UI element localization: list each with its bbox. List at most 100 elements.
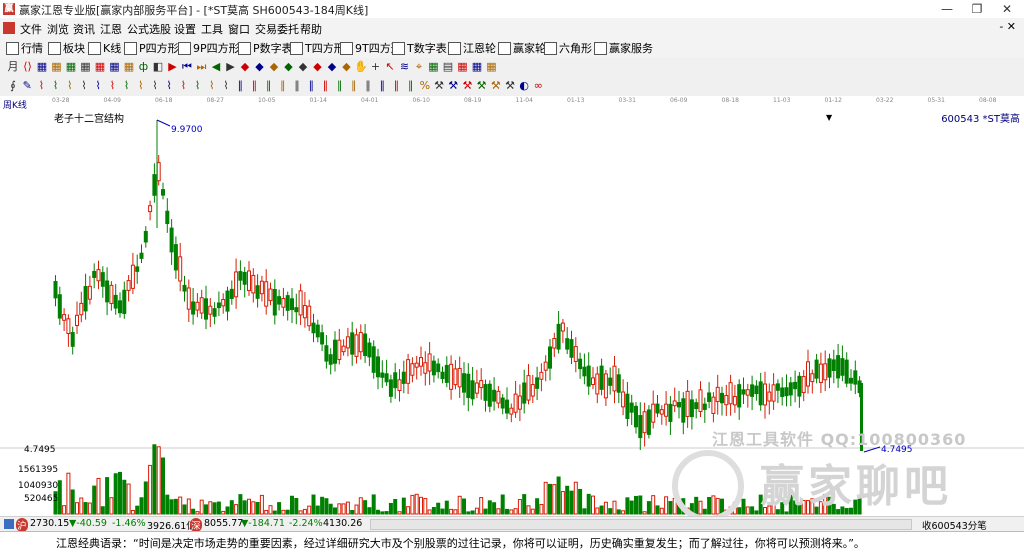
tb3-tool-1-icon[interactable]: ✎	[20, 79, 34, 93]
tb3-tool-17-icon[interactable]: ∥	[247, 79, 261, 93]
tb3-tool-16-icon[interactable]: ∥	[233, 79, 247, 93]
menu-news[interactable]: 资讯	[73, 21, 95, 37]
tb2-tool-19-icon[interactable]: ◆	[282, 60, 296, 74]
tb3-tool-12-icon[interactable]: ⌇	[176, 79, 190, 93]
maximize-button[interactable]: ❐	[962, 0, 992, 18]
tb3-tool-35-icon[interactable]: ⚒	[503, 79, 517, 93]
menu-trade[interactable]: 交易委托	[255, 21, 299, 37]
tb3-tool-8-icon[interactable]: ⌇	[120, 79, 134, 93]
tb3-tool-31-icon[interactable]: ⚒	[446, 79, 460, 93]
tb3-tool-26-icon[interactable]: ∥	[375, 79, 389, 93]
tb3-tool-10-icon[interactable]: ⌇	[148, 79, 162, 93]
tb3-tool-6-icon[interactable]: ⌇	[91, 79, 105, 93]
toolbar-candles-button[interactable]: K线	[88, 41, 121, 55]
tb2-tool-9-icon[interactable]: ф	[137, 60, 151, 74]
toolbar-winner-wheel-button[interactable]: 赢家轮	[498, 41, 546, 55]
tb3-tool-7-icon[interactable]: ⌇	[105, 79, 119, 93]
tb3-tool-32-icon[interactable]: ⚒	[460, 79, 474, 93]
tb2-tool-25-icon[interactable]: +	[369, 60, 383, 74]
tb2-tool-17-icon[interactable]: ◆	[253, 60, 267, 74]
menu-tools[interactable]: 工具	[201, 21, 223, 37]
tb3-tool-28-icon[interactable]: ∥	[404, 79, 418, 93]
menu-help[interactable]: 帮助	[300, 21, 322, 37]
tb2-tool-1-icon[interactable]: ⟨⟩	[21, 60, 35, 74]
tb3-tool-13-icon[interactable]: ⌇	[191, 79, 205, 93]
mdi-controls[interactable]: - ✕	[999, 20, 1016, 33]
tb3-tool-25-icon[interactable]: ∥	[361, 79, 375, 93]
toolbar-grid-button[interactable]: 行情	[6, 41, 43, 55]
toolbar-t-square-button[interactable]: T四方形	[290, 41, 345, 55]
tb3-tool-2-icon[interactable]: ⌇	[34, 79, 48, 93]
menu-gann[interactable]: 江恩	[100, 21, 122, 37]
grid-status-icon[interactable]	[4, 519, 14, 529]
horizontal-scrollbar[interactable]	[370, 519, 912, 530]
tb2-tool-10-icon[interactable]: ◧	[151, 60, 165, 74]
tb2-tool-4-icon[interactable]: ▦	[64, 60, 78, 74]
tb3-tool-27-icon[interactable]: ∥	[389, 79, 403, 93]
tb3-tool-14-icon[interactable]: ⌇	[205, 79, 219, 93]
tb2-tool-23-icon[interactable]: ◆	[340, 60, 354, 74]
menu-browse[interactable]: 浏览	[47, 21, 69, 37]
tb2-tool-14-icon[interactable]: ◀	[209, 60, 223, 74]
tb2-tool-5-icon[interactable]: ▦	[79, 60, 93, 74]
menu-file[interactable]: 文件	[20, 21, 42, 37]
toolbar-p-square-button[interactable]: P四方形	[124, 41, 179, 55]
tb2-tool-16-icon[interactable]: ◆	[238, 60, 252, 74]
tick-detail-label[interactable]: 收600543分笔	[922, 518, 987, 532]
minimize-button[interactable]: —	[932, 0, 962, 18]
toolbar-p-number-button[interactable]: P数字表	[238, 41, 293, 55]
tb3-tool-18-icon[interactable]: ∥	[262, 79, 276, 93]
tb2-tool-15-icon[interactable]: ▶	[224, 60, 238, 74]
tb2-tool-20-icon[interactable]: ◆	[296, 60, 310, 74]
tb2-tool-0-icon[interactable]: 月	[6, 60, 20, 74]
tb3-tool-3-icon[interactable]: ⌇	[49, 79, 63, 93]
tb2-tool-2-icon[interactable]: ▦	[35, 60, 49, 74]
toolbar-service-button[interactable]: 赢家服务	[594, 41, 653, 55]
tb2-tool-29-icon[interactable]: ▦	[427, 60, 441, 74]
tb2-tool-21-icon[interactable]: ◆	[311, 60, 325, 74]
tb3-tool-34-icon[interactable]: ⚒	[489, 79, 503, 93]
tb2-tool-33-icon[interactable]: ▦	[485, 60, 499, 74]
tb3-tool-20-icon[interactable]: ∥	[290, 79, 304, 93]
tb3-tool-22-icon[interactable]: ∥	[318, 79, 332, 93]
tb2-tool-30-icon[interactable]: ▤	[441, 60, 455, 74]
tb2-tool-18-icon[interactable]: ◆	[267, 60, 281, 74]
tb2-tool-26-icon[interactable]: ↖	[383, 60, 397, 74]
tb3-tool-19-icon[interactable]: ∥	[276, 79, 290, 93]
tb2-tool-6-icon[interactable]: ▦	[93, 60, 107, 74]
tb2-tool-32-icon[interactable]: ▦	[470, 60, 484, 74]
tb3-tool-30-icon[interactable]: ⚒	[432, 79, 446, 93]
tb3-tool-24-icon[interactable]: ∥	[347, 79, 361, 93]
tb3-tool-9-icon[interactable]: ⌇	[134, 79, 148, 93]
tb3-tool-36-icon[interactable]: ◐	[517, 79, 531, 93]
date-timeline[interactable]: 周K线 03-28 04-09 06-18 08-27 10-05 01-14 04-01 0…	[0, 96, 1024, 111]
tb3-tool-11-icon[interactable]: ⌇	[162, 79, 176, 93]
tb3-tool-15-icon[interactable]: ⌇	[219, 79, 233, 93]
tb2-tool-22-icon[interactable]: ◆	[325, 60, 339, 74]
tb3-tool-23-icon[interactable]: ∥	[333, 79, 347, 93]
tb3-tool-33-icon[interactable]: ⚒	[475, 79, 489, 93]
tb3-tool-5-icon[interactable]: ⌇	[77, 79, 91, 93]
tb2-tool-27-icon[interactable]: ≋	[398, 60, 412, 74]
menu-window[interactable]: 窗口	[228, 21, 250, 37]
tb3-tool-4-icon[interactable]: ⌇	[63, 79, 77, 93]
toolbar-blocks-button[interactable]: 板块	[48, 41, 85, 55]
tb3-tool-21-icon[interactable]: ∥	[304, 79, 318, 93]
tb2-tool-11-icon[interactable]: ▶	[166, 60, 180, 74]
close-button[interactable]: ✕	[992, 0, 1022, 18]
tb2-tool-24-icon[interactable]: ✋	[354, 60, 368, 74]
toolbar-hexagon-button[interactable]: 六角形	[544, 41, 592, 55]
tb2-tool-31-icon[interactable]: ▦	[456, 60, 470, 74]
tb2-tool-12-icon[interactable]: ⏮	[180, 60, 194, 74]
toolbar-gann-wheel-button[interactable]: 江恩轮	[448, 41, 496, 55]
tb3-tool-29-icon[interactable]: %	[418, 79, 432, 93]
tb2-tool-3-icon[interactable]: ▦	[50, 60, 64, 74]
tb2-tool-13-icon[interactable]: ⏭	[195, 60, 209, 74]
toolbar-t-number-button[interactable]: T数字表	[392, 41, 447, 55]
tb2-tool-8-icon[interactable]: ▦	[122, 60, 136, 74]
menu-formula-select[interactable]: 公式选股	[127, 21, 171, 37]
menu-settings[interactable]: 设置	[174, 21, 196, 37]
tb3-tool-37-icon[interactable]: ∞	[531, 79, 545, 93]
toolbar-9p-square-button[interactable]: 9P四方形	[178, 41, 240, 55]
tb3-tool-0-icon[interactable]: ∮	[6, 79, 20, 93]
